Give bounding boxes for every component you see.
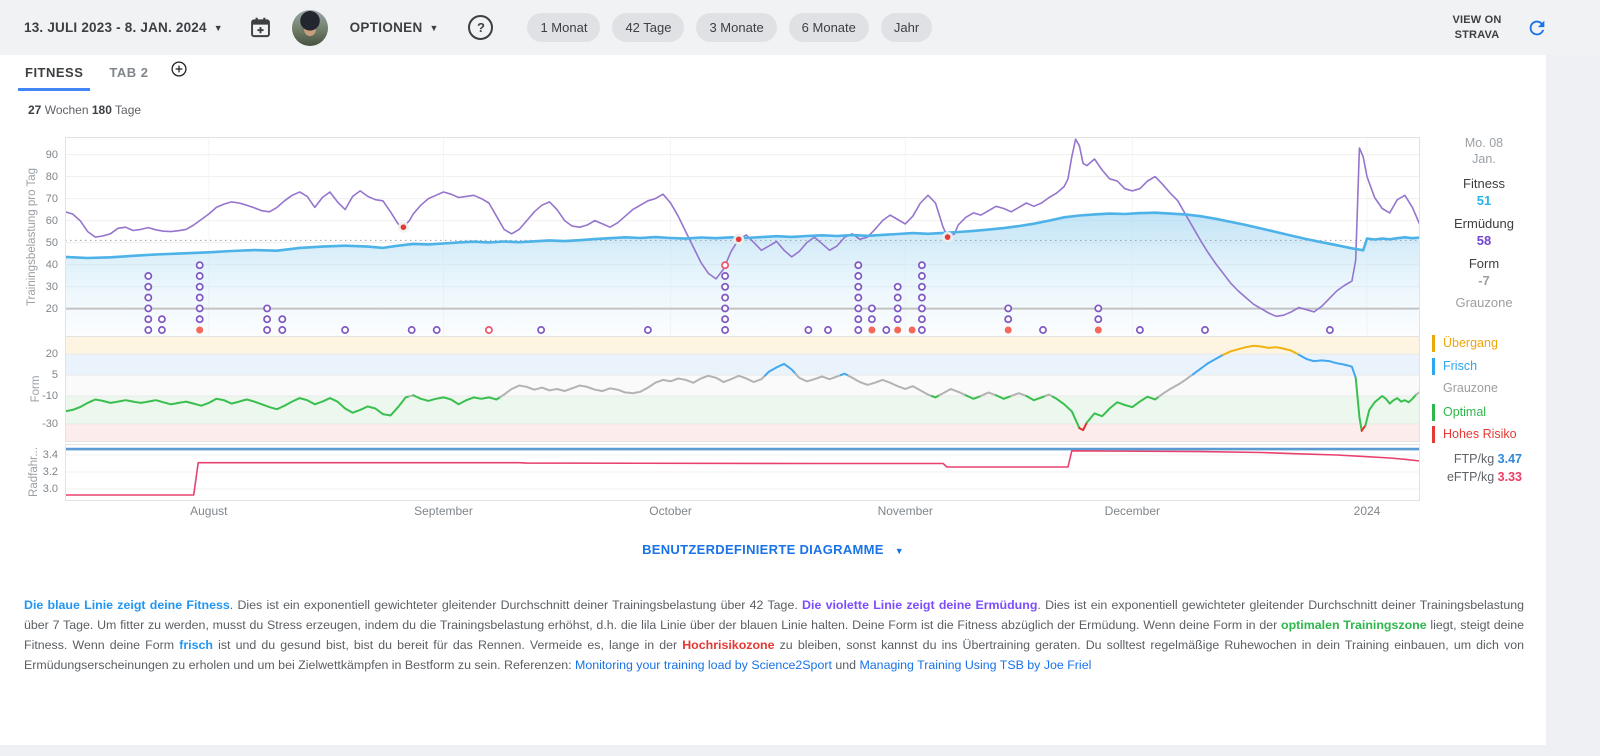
- calendar-add-icon[interactable]: [249, 16, 272, 39]
- form-stat-value: -7: [1424, 273, 1544, 288]
- y-tick-label: -30: [26, 418, 58, 430]
- range-chips: 1 Monat 42 Tage 3 Monate 6 Monate Jahr: [527, 13, 944, 42]
- explanation-segment: ist und du gesund bist, bist du bereit f…: [213, 638, 682, 652]
- range-chip-3-monate[interactable]: 3 Monate: [696, 13, 776, 42]
- explanation-segment: Die violette Linie zeigt deine Ermüdung: [802, 598, 1037, 612]
- zone-legend-übergang: Übergang: [1432, 335, 1498, 352]
- explanation-segment: frisch: [179, 638, 213, 652]
- y-tick-label: 90: [26, 149, 58, 161]
- chevron-down-icon: ▼: [214, 23, 223, 33]
- x-axis-month-label: 2024: [1354, 504, 1381, 518]
- help-icon[interactable]: ?: [468, 15, 493, 40]
- weeks-count: 27: [28, 103, 41, 117]
- fitness-stat-label: Fitness: [1424, 176, 1544, 191]
- form-zone-label: Grauzone: [1424, 295, 1544, 310]
- range-chip-42-tage[interactable]: 42 Tage: [612, 13, 684, 42]
- x-axis-month-label: August: [190, 504, 227, 518]
- view-on-strava-link[interactable]: VIEW ON STRAVA: [1444, 13, 1510, 43]
- explanation-segment: . Dies ist ein exponentiell gewichteter …: [230, 598, 802, 612]
- date-range-selector[interactable]: 13. JULI 2023 - 8. JAN. 2024 ▼: [24, 20, 223, 35]
- explanation-segment: optimalen Trainingszone: [1281, 618, 1427, 632]
- options-menu-button[interactable]: OPTIONEN ▼: [350, 20, 439, 35]
- weeks-label: Wochen: [45, 103, 89, 117]
- reference-link[interactable]: Managing Training Using TSB by Joe Friel: [859, 658, 1091, 672]
- y-axis-title: Trainingsbelastung pro Tag: [26, 168, 38, 306]
- content-card: FITNESS TAB 2 27 Wochen 180 Tage 9080706…: [0, 55, 1546, 745]
- chevron-down-icon: ▼: [430, 23, 439, 33]
- reference-link[interactable]: Monitoring your training load by Science…: [575, 658, 832, 672]
- form-stat-label: Form: [1424, 256, 1544, 271]
- y-tick-label: 20: [26, 348, 58, 360]
- fitness-chart[interactable]: [65, 137, 1420, 337]
- range-chip-jahr[interactable]: Jahr: [881, 13, 932, 42]
- fatigue-stat-label: Ermüdung: [1424, 216, 1544, 231]
- options-label: OPTIONEN: [350, 20, 423, 35]
- x-axis-month-label: November: [878, 504, 933, 518]
- range-chip-1-monat[interactable]: 1 Monat: [527, 13, 600, 42]
- refresh-icon[interactable]: [1526, 17, 1548, 39]
- chevron-down-icon: ▼: [895, 546, 904, 556]
- x-axis-month-label: October: [649, 504, 692, 518]
- avatar[interactable]: [292, 10, 328, 46]
- explanation-text: Die blaue Linie zeigt deine Fitness. Die…: [24, 595, 1524, 675]
- explanation-segment: Die blaue Linie zeigt deine Fitness: [24, 598, 230, 612]
- days-count: 180: [92, 103, 112, 117]
- explanation-segment: und: [832, 658, 860, 672]
- y-axis-title: Radfahr...: [28, 447, 40, 497]
- ftp-label-1: eFTP/kg 3.33: [1390, 470, 1522, 484]
- fitness-stat-value: 51: [1424, 193, 1544, 208]
- tab-2[interactable]: TAB 2: [102, 56, 155, 91]
- page: 13. JULI 2023 - 8. JAN. 2024 ▼ OPTIONEN …: [0, 0, 1600, 756]
- zone-legend-frisch: Frisch: [1432, 358, 1477, 375]
- period-summary: 27 Wochen 180 Tage: [28, 103, 141, 117]
- explanation-segment: Hochrisikozone: [682, 638, 774, 652]
- range-chip-6-monate[interactable]: 6 Monate: [789, 13, 869, 42]
- ftp-label-0: FTP/kg 3.47: [1390, 452, 1522, 466]
- zone-legend-optimal: Optimal: [1432, 404, 1486, 421]
- hover-date: Mo. 08 Jan.: [1424, 135, 1544, 168]
- x-axis-month-label: December: [1105, 504, 1160, 518]
- add-tab-icon[interactable]: [170, 60, 188, 83]
- tab-bar: FITNESS TAB 2: [0, 55, 1546, 91]
- date-range-label: 13. JULI 2023 - 8. JAN. 2024: [24, 20, 207, 35]
- fatigue-stat-value: 58: [1424, 233, 1544, 248]
- top-toolbar: 13. JULI 2023 - 8. JAN. 2024 ▼ OPTIONEN …: [0, 0, 1600, 55]
- ftp-chart[interactable]: [65, 444, 1420, 501]
- form-chart[interactable]: [65, 336, 1420, 442]
- x-axis-month-label: September: [414, 504, 473, 518]
- zone-legend-hohes-risiko: Hohes Risiko: [1432, 426, 1517, 443]
- zone-legend-grauzone: Grauzone: [1432, 380, 1498, 397]
- days-label: Tage: [115, 103, 141, 117]
- tab-fitness[interactable]: FITNESS: [18, 56, 90, 91]
- custom-charts-toggle[interactable]: BENUTZERDEFINIERTE DIAGRAMME ▼: [0, 542, 1546, 557]
- y-axis-title: Form: [30, 376, 42, 403]
